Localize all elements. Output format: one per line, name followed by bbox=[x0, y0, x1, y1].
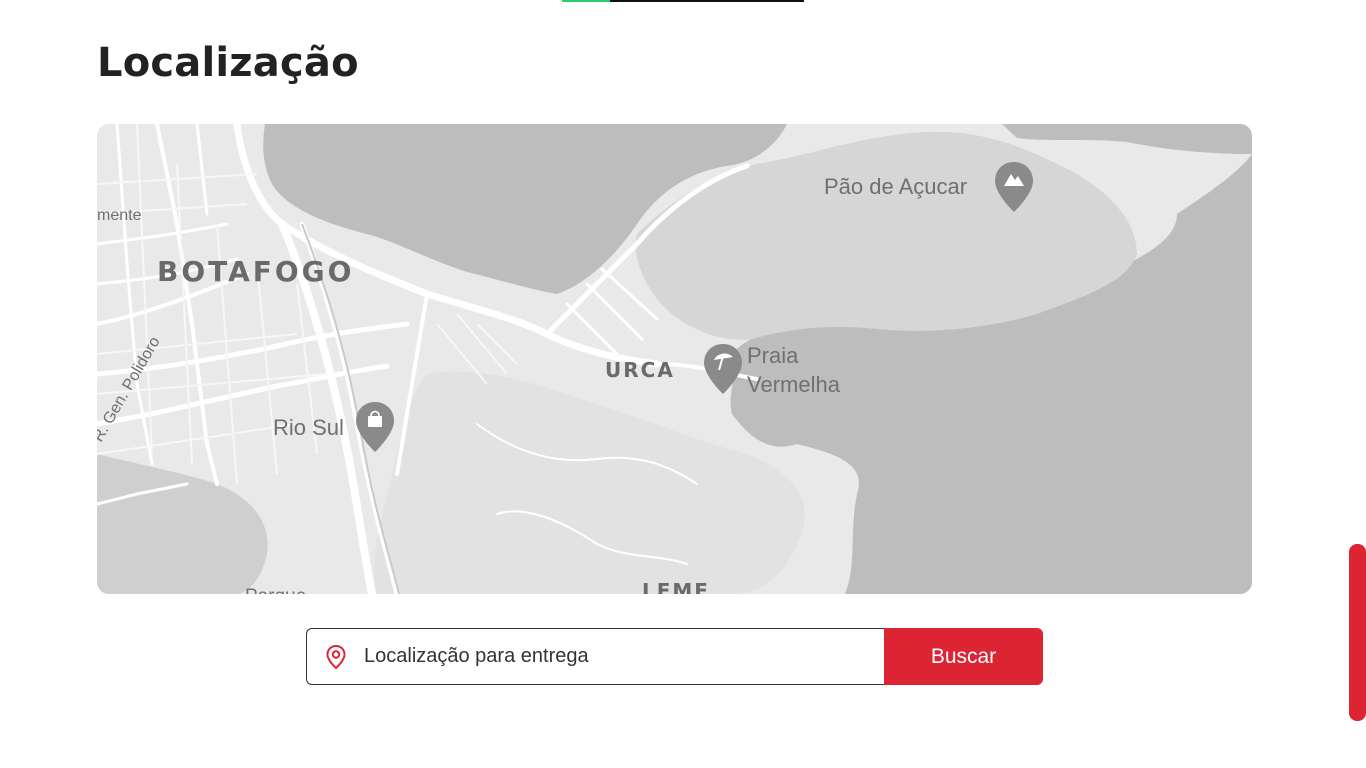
map-label-park: Parque bbox=[245, 586, 306, 594]
map[interactable]: BOTAFOGO URCA LEME Parque mente R. Gen. … bbox=[97, 124, 1252, 594]
map-canvas[interactable]: BOTAFOGO URCA LEME Parque mente R. Gen. … bbox=[97, 124, 1252, 594]
map-label-street-clemente: mente bbox=[97, 207, 142, 224]
map-label-leme: LEME bbox=[642, 579, 710, 594]
scrollbar-thumb[interactable] bbox=[1349, 544, 1366, 721]
map-label-urca: URCA bbox=[605, 358, 675, 382]
delivery-search-bar: Buscar bbox=[306, 628, 1043, 685]
page-loading-bar-fill bbox=[562, 0, 611, 2]
map-label-botafogo: BOTAFOGO bbox=[157, 255, 354, 288]
search-button[interactable]: Buscar bbox=[884, 628, 1043, 685]
delivery-location-field[interactable] bbox=[306, 628, 884, 685]
poi-pao-de-acucar-label: Pão de Açucar bbox=[824, 174, 967, 199]
page-loading-bar bbox=[562, 0, 804, 2]
delivery-location-input[interactable] bbox=[364, 636, 884, 677]
poi-praia-vermelha-label-line2: Vermelha bbox=[747, 372, 841, 397]
map-pin-icon bbox=[324, 644, 348, 670]
page-title: Localização bbox=[97, 40, 359, 86]
poi-praia-vermelha-label-line1: Praia bbox=[747, 343, 799, 368]
poi-rio-sul-label: Rio Sul bbox=[273, 415, 344, 440]
